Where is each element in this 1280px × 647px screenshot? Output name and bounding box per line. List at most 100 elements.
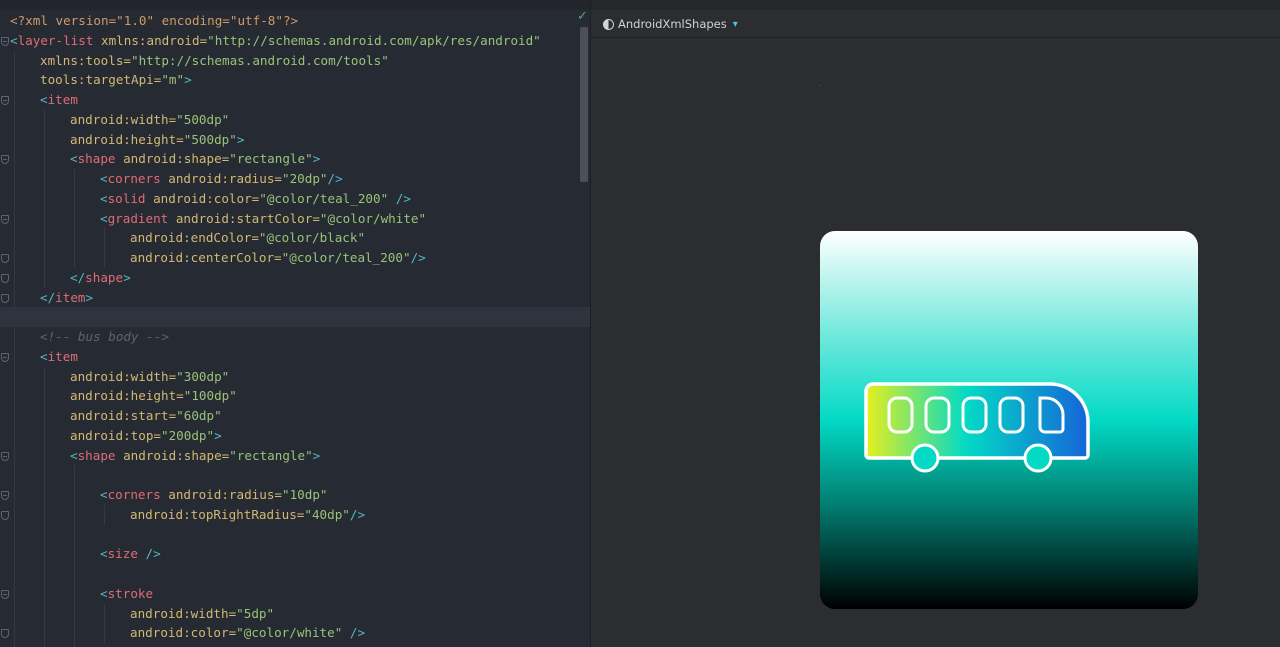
indent-guide — [14, 267, 15, 288]
code-token: < — [100, 210, 108, 226]
code-token: /> — [327, 171, 343, 186]
code-token: android:width= — [70, 368, 177, 384]
indent-guide — [14, 129, 15, 150]
indent-guide — [44, 465, 45, 485]
indent-guide — [14, 149, 15, 169]
code-area[interactable]: <?xml version="1.0" encoding="utf-8"?> <l… — [0, 11, 590, 647]
code-token: < — [70, 151, 78, 167]
code-line[interactable] — [0, 307, 590, 327]
fold-open-icon[interactable] — [1, 589, 9, 599]
code-line[interactable]: android:top="200dp"> — [0, 425, 590, 446]
indent-guide — [74, 643, 75, 647]
code-line[interactable]: android:width="5dp" — [0, 603, 590, 624]
code-line[interactable]: android:width="500dp" — [0, 109, 590, 130]
code-token: android:color= — [145, 190, 260, 206]
code-text: <shape android:shape="rectangle"> — [70, 149, 320, 169]
indent-guide — [44, 129, 45, 150]
fold-close-icon[interactable] — [1, 273, 9, 283]
fold-close-icon[interactable] — [1, 629, 9, 639]
code-line[interactable]: android:width="300dp" — [0, 366, 590, 387]
code-token: "100dp" — [183, 388, 237, 404]
preview-marker — [820, 85, 821, 86]
indent-guide — [14, 346, 15, 367]
code-line[interactable]: </shape> — [0, 267, 590, 288]
indent-guide — [74, 603, 75, 624]
editor-scrollbar[interactable] — [580, 27, 588, 182]
code-line[interactable]: <item — [0, 90, 590, 110]
fold-open-icon[interactable] — [1, 36, 9, 46]
code-line[interactable]: </item> — [0, 287, 590, 308]
fold-close-icon[interactable] — [1, 293, 9, 303]
code-line[interactable]: <gradient android:startColor="@color/whi… — [0, 208, 590, 229]
bus-wheel — [1023, 443, 1053, 473]
fold-open-icon[interactable] — [1, 155, 9, 165]
code-line[interactable] — [0, 643, 590, 647]
code-token: android:radius= — [160, 171, 282, 186]
indent-guide — [44, 485, 45, 505]
code-line[interactable]: <!-- bus body --> — [0, 327, 590, 347]
fold-open-icon[interactable] — [1, 352, 9, 362]
code-line[interactable]: android:height="100dp" — [0, 386, 590, 406]
fold-open-icon[interactable] — [1, 491, 9, 500]
indent-guide — [74, 248, 75, 268]
code-text: android:width="5dp" — [130, 604, 274, 624]
code-text: <stroke — [100, 584, 153, 604]
code-token: < — [100, 190, 108, 206]
code-token: > — [214, 427, 222, 443]
code-token: android:centerColor= — [130, 250, 282, 265]
code-line[interactable]: android:height="500dp"> — [0, 129, 590, 150]
code-text: <!-- bus body --> — [40, 327, 169, 347]
indent-guide — [104, 248, 105, 268]
code-line[interactable] — [0, 564, 590, 584]
indent-guide — [14, 169, 15, 189]
indent-guide — [74, 623, 75, 643]
code-text: xmlns:tools="http://schemas.android.com/… — [40, 51, 389, 71]
code-line[interactable]: <shape android:shape="rectangle"> — [0, 445, 590, 466]
fold-open-icon[interactable] — [1, 451, 9, 461]
code-editor[interactable]: <?xml version="1.0" encoding="utf-8"?> <l… — [0, 0, 590, 647]
fold-close-icon[interactable] — [1, 254, 9, 263]
code-line[interactable]: <corners android:radius="10dp" — [0, 485, 590, 505]
indent-guide — [14, 425, 15, 446]
code-line[interactable]: android:topRightRadius="40dp"/> — [0, 504, 590, 525]
indent-guide — [74, 524, 75, 545]
code-line[interactable]: android:start="60dp" — [0, 406, 590, 426]
indent-guide — [74, 465, 75, 485]
code-line[interactable] — [0, 465, 590, 485]
code-line[interactable]: <layer-list xmlns:android="http://schema… — [0, 31, 590, 51]
indent-guide — [44, 228, 45, 248]
code-token: layer-list — [17, 32, 94, 48]
code-text: <item — [40, 347, 78, 367]
code-line[interactable]: <solid android:color="@color/teal_200" /… — [0, 188, 590, 209]
code-line[interactable]: <stroke — [0, 583, 590, 604]
code-line[interactable] — [0, 524, 590, 545]
code-line[interactable]: android:centerColor="@color/teal_200"/> — [0, 248, 590, 268]
preview-tab-strip — [591, 0, 1280, 10]
indent-guide — [14, 70, 15, 90]
code-line[interactable]: tools:targetApi="m"> — [0, 70, 590, 90]
code-line[interactable]: <shape android:shape="rectangle"> — [0, 149, 590, 169]
fold-close-icon[interactable] — [1, 510, 9, 520]
indent-guide — [44, 524, 45, 545]
code-token: android:start= — [70, 408, 177, 423]
code-line[interactable]: <corners android:radius="20dp"/> — [0, 169, 590, 189]
code-line[interactable]: <?xml version="1.0" encoding="utf-8"?> — [0, 11, 590, 31]
code-text: android:centerColor="@color/teal_200"/> — [130, 248, 426, 268]
indent-guide — [44, 188, 45, 209]
indent-guide — [44, 248, 45, 268]
indent-guide — [14, 524, 15, 545]
device-selector[interactable]: AndroidXmlShapes ▾ — [603, 16, 738, 32]
code-text: <shape android:shape="rectangle"> — [70, 446, 320, 466]
code-token: android:shape= — [115, 151, 230, 167]
code-token: shape — [85, 269, 124, 285]
code-line[interactable]: <size /> — [0, 544, 590, 564]
code-line[interactable]: android:color="@color/white" /> — [0, 623, 590, 643]
code-line[interactable]: <item — [0, 346, 590, 367]
code-line[interactable]: android:endColor="@color/black" — [0, 228, 590, 248]
indent-guide — [44, 109, 45, 130]
fold-open-icon[interactable] — [1, 96, 9, 105]
fold-open-icon[interactable] — [1, 214, 9, 224]
code-token: android:width= — [70, 111, 177, 127]
code-token: </ — [70, 269, 86, 285]
code-line[interactable]: xmlns:tools="http://schemas.android.com/… — [0, 50, 590, 71]
